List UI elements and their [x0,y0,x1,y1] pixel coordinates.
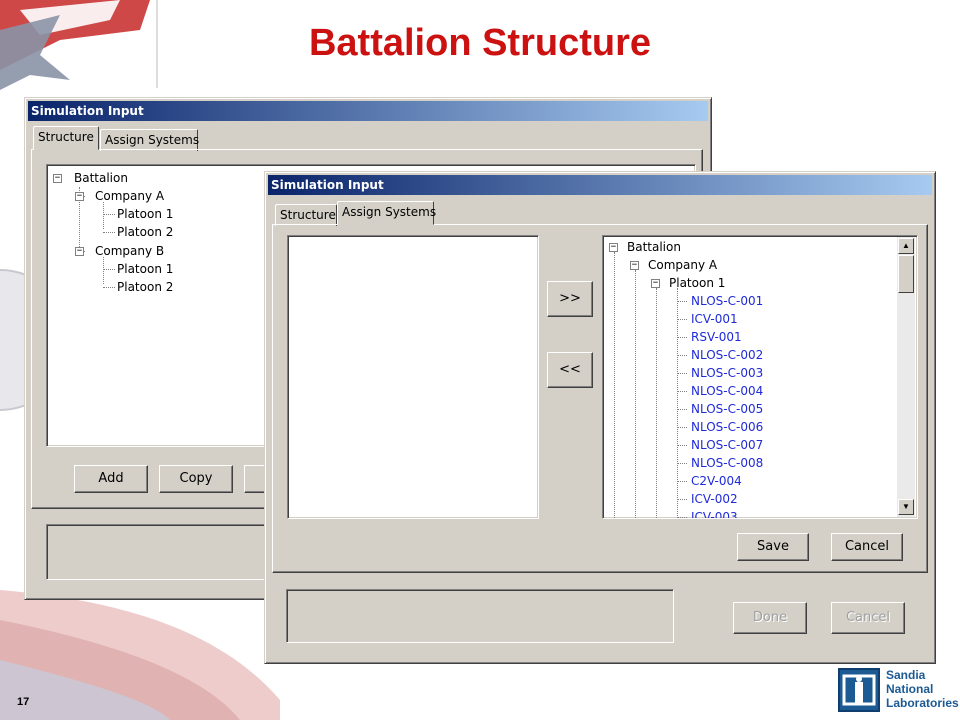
move-left-button[interactable]: << [547,352,593,388]
logo-text: Sandia National Laboratories [886,668,959,710]
add-button[interactable]: Add [74,465,148,493]
system-node[interactable]: NLOS-C-002 [691,346,763,364]
system-node[interactable]: NLOS-C-006 [691,418,763,436]
collapse-icon[interactable]: − [75,247,84,256]
logo-line-3: Laboratories [886,696,959,710]
save-button[interactable]: Save [737,533,809,561]
front-tab-assign-systems[interactable]: Assign Systems [337,201,436,225]
vertical-scrollbar[interactable]: ▲ ▼ [897,237,915,517]
tree-node-company-a[interactable]: Company A [95,187,164,205]
collapse-icon[interactable]: − [75,192,84,201]
system-node[interactable]: NLOS-C-008 [691,454,763,472]
system-node[interactable]: ICV-002 [691,490,738,508]
back-tab-assign-systems[interactable]: Assign Systems [100,129,199,151]
system-node[interactable]: NLOS-C-007 [691,436,763,454]
front-status-box [286,589,674,643]
scroll-down-button[interactable]: ▼ [898,499,914,515]
back-tab-structure[interactable]: Structure [33,126,99,150]
tree-node-platoon-1[interactable]: Platoon 1 [117,260,173,278]
tree-node-platoon-2[interactable]: Platoon 2 [117,278,173,296]
collapse-icon[interactable]: − [651,279,660,288]
assigned-systems-tree[interactable]: − Battalion − Company A − Platoon 1 NLOS… [602,235,918,519]
system-node[interactable]: C2V-004 [691,472,742,490]
back-status-box [46,524,276,580]
scroll-thumb[interactable] [898,255,914,293]
sandia-logo-icon [838,668,880,712]
collapse-icon[interactable]: − [609,243,618,252]
system-node[interactable]: NLOS-C-001 [691,292,763,310]
front-tab-structure[interactable]: Structure [275,204,337,226]
collapse-icon[interactable]: − [630,261,639,270]
cancel-button-disabled[interactable]: Cancel [831,602,905,634]
page-number: 17 [17,696,30,708]
back-window-titlebar: Simulation Input [28,101,708,121]
logo-line-1: Sandia [886,668,926,682]
system-node[interactable]: RSV-001 [691,328,742,346]
copy-button[interactable]: Copy [159,465,233,493]
system-node[interactable]: NLOS-C-004 [691,382,763,400]
front-window-titlebar: Simulation Input [268,175,932,195]
collapse-icon[interactable]: − [53,174,62,183]
tree-node-platoon-2[interactable]: Platoon 2 [117,223,173,241]
system-node[interactable]: ICV-003 [691,508,738,518]
sandia-logo: Sandia National Laboratories [838,668,959,716]
slide-title: Battalion Structure [308,22,652,64]
tree-node-company-b[interactable]: Company B [95,242,164,260]
move-right-button[interactable]: >> [547,281,593,317]
tree-node-company-a[interactable]: Company A [648,256,717,274]
scroll-up-button[interactable]: ▲ [898,238,914,254]
system-node[interactable]: NLOS-C-005 [691,400,763,418]
cancel-button[interactable]: Cancel [831,533,903,561]
system-node[interactable]: ICV-001 [691,310,738,328]
front-window: Simulation Input Structure Assign System… [264,171,936,664]
tree-node-battalion[interactable]: Battalion [627,238,681,256]
available-systems-list[interactable] [287,235,539,519]
system-node[interactable]: NLOS-C-003 [691,364,763,382]
tree-node-battalion[interactable]: Battalion [74,169,128,187]
tree-node-platoon-1[interactable]: Platoon 1 [117,205,173,223]
logo-line-2: National [886,682,934,696]
done-button[interactable]: Done [733,602,807,634]
